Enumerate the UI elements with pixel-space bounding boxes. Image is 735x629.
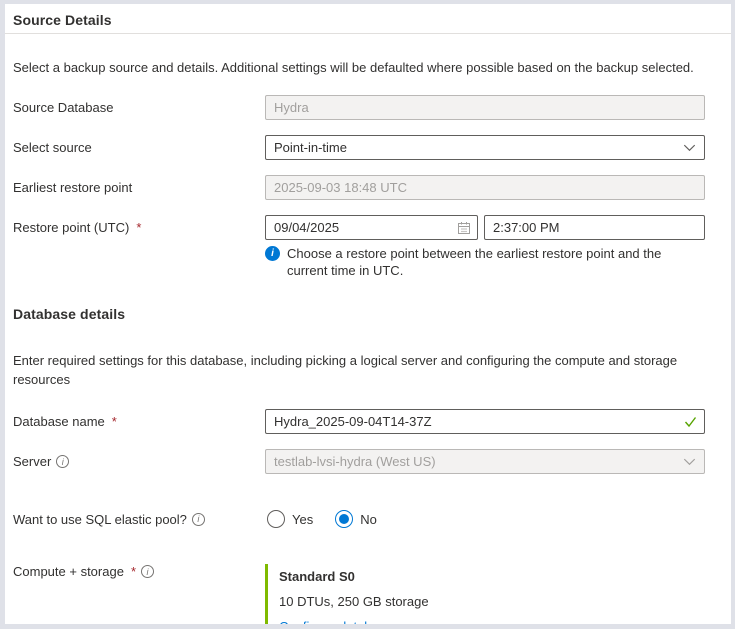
compute-storage-row: Compute + storage* i Standard S0 10 DTUs… — [13, 564, 705, 624]
database-name-input[interactable] — [265, 409, 705, 434]
tier-name: Standard S0 — [279, 564, 705, 589]
section-title-source-details: Source Details — [13, 12, 705, 28]
restore-point-row: Restore point (UTC)* — [13, 215, 705, 240]
radio-label-yes: Yes — [292, 512, 313, 527]
valid-check-icon — [684, 415, 697, 433]
database-details-description: Enter required settings for this databas… — [13, 351, 705, 389]
chevron-down-icon — [683, 455, 696, 468]
radio-selected-icon[interactable] — [335, 510, 353, 528]
source-details-description: Select a backup source and details. Addi… — [13, 59, 705, 77]
restore-date-input[interactable] — [274, 220, 457, 235]
server-label: Server i — [13, 454, 265, 469]
info-icon: i — [192, 513, 205, 526]
restore-point-info-text: Choose a restore point between the earli… — [287, 245, 705, 279]
info-icon: i — [56, 455, 69, 468]
server-dropdown: testlab-lvsi-hydra (West US) — [265, 449, 705, 474]
section-title-database-details: Database details — [13, 306, 705, 322]
tier-specs: 10 DTUs, 250 GB storage — [279, 589, 705, 614]
compute-storage-label: Compute + storage* i — [13, 564, 265, 579]
earliest-restore-label: Earliest restore point — [13, 180, 265, 195]
restore-point-info-note: i Choose a restore point between the ear… — [265, 245, 705, 279]
source-database-input — [265, 95, 705, 120]
restore-time-input[interactable] — [484, 215, 705, 240]
chevron-down-icon — [683, 141, 696, 154]
info-icon: i — [265, 246, 280, 261]
info-icon: i — [141, 565, 154, 578]
radio-label-no: No — [360, 512, 377, 527]
database-name-row: Database name* — [13, 409, 705, 434]
database-name-field — [265, 409, 705, 434]
configure-database-link[interactable]: Configure database — [279, 614, 392, 624]
select-source-value: Point-in-time — [274, 140, 347, 155]
select-source-label: Select source — [13, 140, 265, 155]
required-asterisk: * — [112, 414, 117, 429]
restore-date-field[interactable] — [265, 215, 478, 240]
section-divider — [5, 33, 731, 34]
radio-unselected-icon[interactable] — [267, 510, 285, 528]
elastic-pool-option-no[interactable]: No — [335, 510, 377, 528]
server-value: testlab-lvsi-hydra (West US) — [274, 454, 436, 469]
calendar-icon[interactable] — [457, 221, 471, 235]
earliest-restore-row: Earliest restore point — [13, 175, 705, 200]
earliest-restore-input — [265, 175, 705, 200]
required-asterisk: * — [136, 220, 141, 235]
server-row: Server i testlab-lvsi-hydra (West US) — [13, 449, 705, 474]
required-asterisk: * — [131, 564, 136, 579]
selected-tier-block: Standard S0 10 DTUs, 250 GB storage Conf… — [265, 564, 705, 624]
select-source-row: Select source Point-in-time — [13, 135, 705, 160]
source-details-panel: Source Details Select a backup source an… — [5, 4, 731, 624]
elastic-pool-radio-group: Yes No — [265, 510, 705, 528]
elastic-pool-label: Want to use SQL elastic pool? i — [13, 512, 265, 527]
elastic-pool-row: Want to use SQL elastic pool? i Yes No — [13, 510, 705, 528]
source-database-label: Source Database — [13, 100, 265, 115]
elastic-pool-option-yes[interactable]: Yes — [267, 510, 313, 528]
select-source-dropdown[interactable]: Point-in-time — [265, 135, 705, 160]
source-database-row: Source Database — [13, 95, 705, 120]
restore-point-label: Restore point (UTC)* — [13, 220, 265, 235]
database-name-label: Database name* — [13, 414, 265, 429]
